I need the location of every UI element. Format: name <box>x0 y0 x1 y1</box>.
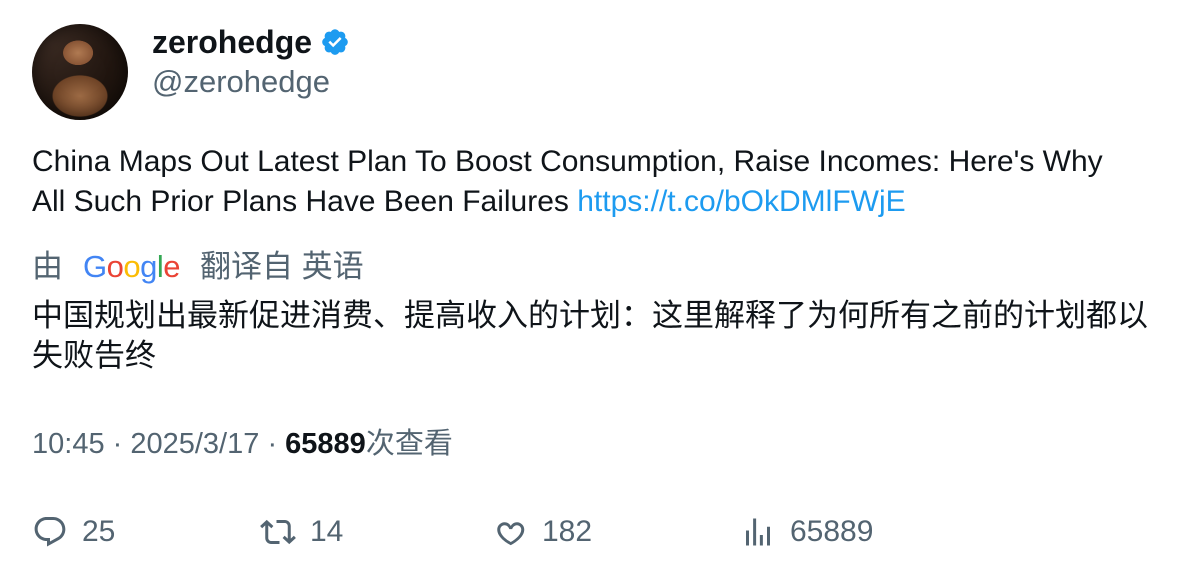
meta-separator: · <box>267 428 286 460</box>
google-logo: Google <box>83 249 181 284</box>
tweet-time[interactable]: 10:45 <box>32 428 105 460</box>
user-handle[interactable]: @zerohedge <box>152 62 330 102</box>
retweet-button[interactable]: 14 <box>260 510 343 554</box>
display-name[interactable]: zerohedge <box>152 22 312 62</box>
translation-attribution[interactable]: 由 Google 翻译自 英语 <box>32 246 364 288</box>
retweet-count: 14 <box>310 515 344 548</box>
like-button[interactable]: 182 <box>492 510 592 554</box>
reply-button[interactable]: 25 <box>32 510 115 554</box>
analytics-icon <box>746 518 770 546</box>
tweet-link[interactable]: https://t.co/bOkDMlFWjE <box>577 185 905 218</box>
meta-separator: · <box>112 428 131 460</box>
translated-text: 中国规划出最新促进消费、提高收入的计划：这里解释了为何所有之前的计划都以失败告终 <box>32 298 1148 373</box>
action-bar: 25 14 182 65889 <box>32 510 932 554</box>
translation-prefix: 由 <box>32 249 63 284</box>
user-name-row: zerohedge <box>152 22 350 62</box>
view-count-label: 次查看 <box>365 428 453 460</box>
retweet-icon <box>260 519 296 545</box>
avatar[interactable] <box>32 24 128 120</box>
tweet-body: China Maps Out Latest Plan To Boost Cons… <box>32 145 1103 218</box>
tweet-date[interactable]: 2025/3/17 <box>130 428 259 460</box>
translation-suffix: 翻译自 英语 <box>200 249 364 284</box>
heart-icon <box>497 522 525 546</box>
views-count: 65889 <box>790 515 874 548</box>
reply-icon <box>34 517 66 547</box>
view-count: 65889 <box>285 428 366 460</box>
verified-badge-icon <box>322 29 348 55</box>
views-button[interactable]: 65889 <box>740 510 873 554</box>
like-count: 182 <box>542 515 593 548</box>
tweet-meta: 10:45 · 2025/3/17 · 65889次查看 <box>32 424 453 464</box>
tweet-text: China Maps Out Latest Plan To Boost Cons… <box>32 142 1142 222</box>
reply-count: 25 <box>82 515 116 548</box>
